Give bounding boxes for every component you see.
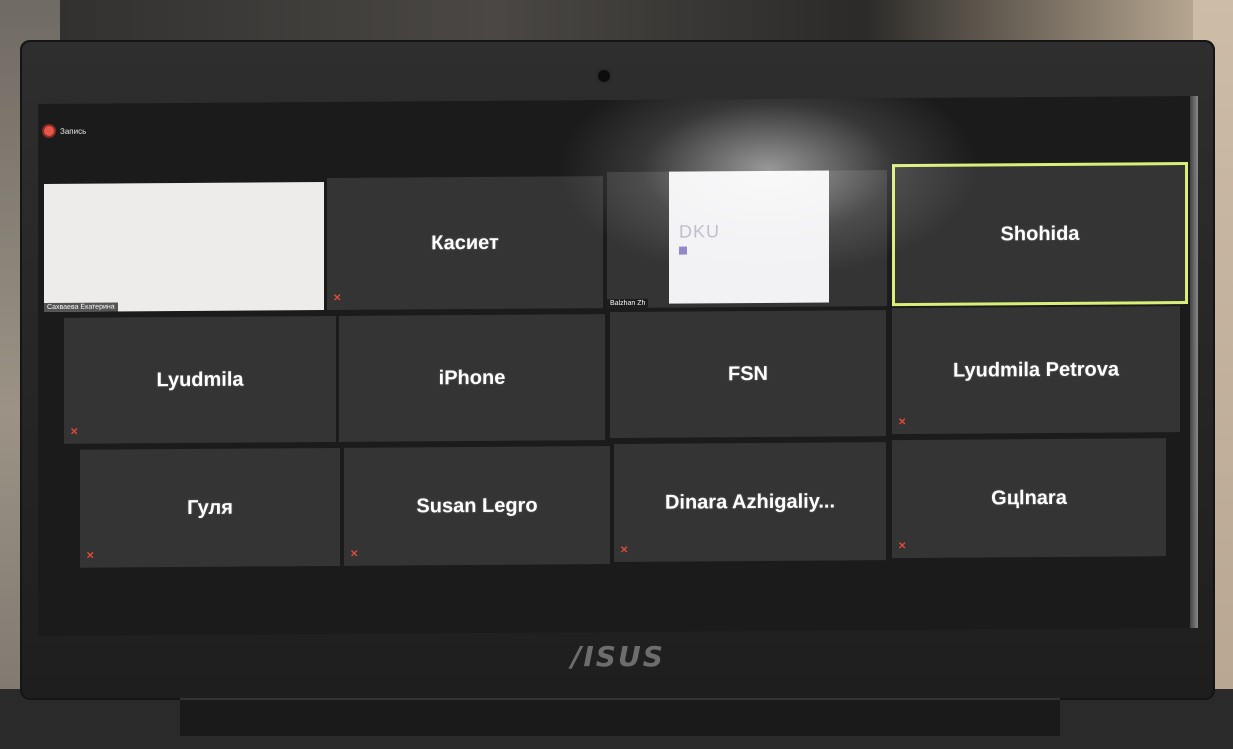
participant-caption: Balzhan Zh	[607, 298, 649, 309]
shared-screen: DKU	[669, 170, 829, 304]
participant-tile[interactable]: DKU Balzhan Zh	[607, 170, 887, 309]
participant-video	[44, 182, 324, 313]
participant-name: Dinara Azhigaliy...	[664, 489, 836, 514]
participant-tile-active-speaker[interactable]: Shohida	[892, 162, 1188, 307]
participant-tile[interactable]: Касиет ✕	[327, 176, 603, 311]
muted-mic-icon: ✕	[86, 550, 95, 562]
recording-icon	[44, 125, 54, 137]
participant-name: Shohida	[1000, 222, 1080, 245]
laptop-brand-logo: /ISUS	[571, 640, 665, 673]
participant-name: Гуля	[187, 496, 233, 519]
participant-name: Gцlnara	[991, 486, 1067, 509]
participant-tile[interactable]: Гуля ✕	[80, 447, 340, 568]
laptop-hinge	[180, 698, 1060, 736]
participant-tile[interactable]: Gцlnara ✕	[892, 438, 1166, 559]
webcam	[598, 70, 610, 82]
participant-gallery: Сахваева Екатерина Касиет ✕ DKU Balzhan …	[44, 162, 1192, 570]
meeting-screen: Запись Сахваева Екатерина Касиет ✕ DKU B…	[38, 95, 1198, 637]
participant-name: iPhone	[438, 366, 506, 389]
participant-tile[interactable]: Lyudmila Petrova ✕	[892, 306, 1180, 435]
muted-mic-icon: ✕	[333, 292, 342, 304]
muted-mic-icon: ✕	[898, 540, 907, 553]
participant-name: Susan Legro	[416, 494, 538, 517]
screen-edge	[1190, 95, 1198, 629]
muted-mic-icon: ✕	[620, 544, 629, 556]
participant-name: Lyudmila Petrova	[953, 358, 1119, 382]
recording-indicator[interactable]: Запись	[44, 125, 87, 137]
muted-mic-icon: ✕	[898, 416, 907, 429]
logo-mark-icon	[679, 246, 687, 255]
shared-screen-text: DKU	[679, 220, 721, 242]
participant-tile[interactable]: FSN	[610, 310, 886, 439]
muted-mic-icon: ✕	[70, 426, 79, 438]
participant-name: FSN	[728, 362, 768, 385]
participant-name: Lyudmila	[156, 368, 244, 391]
participant-tile[interactable]: iPhone	[339, 314, 605, 442]
participant-name: Касиет	[431, 231, 499, 254]
participant-tile[interactable]: Сахваева Екатерина	[44, 182, 324, 313]
participant-tile[interactable]: Lyudmila ✕	[64, 315, 336, 444]
muted-mic-icon: ✕	[350, 548, 359, 560]
participant-caption: Сахваева Екатерина	[44, 302, 118, 313]
participant-tile[interactable]: Dinara Azhigaliy... ✕	[614, 442, 886, 563]
participant-tile[interactable]: Susan Legro ✕	[344, 446, 610, 566]
recording-label: Запись	[60, 126, 87, 136]
